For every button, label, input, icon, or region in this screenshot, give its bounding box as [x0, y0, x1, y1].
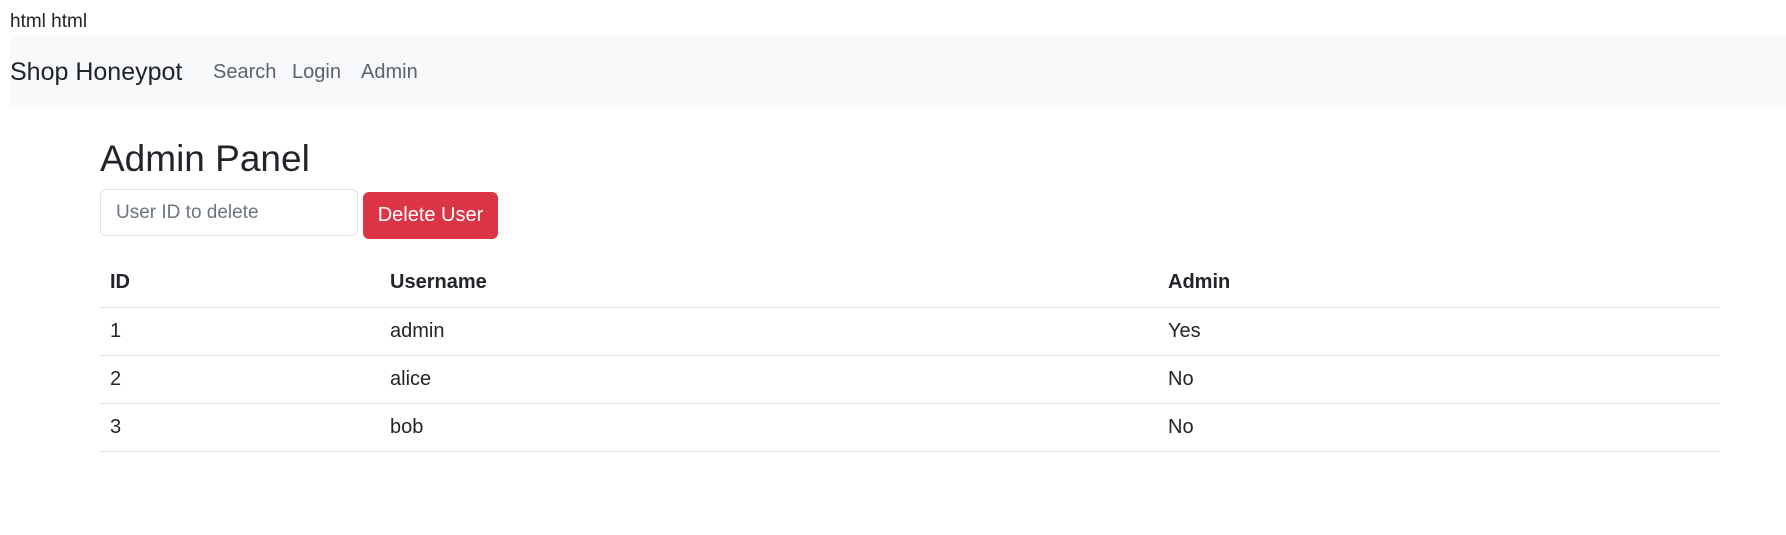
table-row: 1 admin Yes	[100, 307, 1720, 356]
page-title: Admin Panel	[100, 138, 310, 179]
column-header-id: ID	[100, 259, 380, 308]
cell-username: bob	[380, 403, 1158, 452]
cell-admin: No	[1158, 355, 1720, 404]
cell-id: 3	[100, 403, 380, 452]
navbar-brand[interactable]: Shop Honeypot	[10, 57, 182, 87]
cell-admin: Yes	[1158, 307, 1720, 356]
nav-link-admin[interactable]: Admin	[361, 60, 418, 84]
table-row: 2 alice No	[100, 355, 1720, 404]
cell-id: 1	[100, 307, 380, 356]
delete-user-button[interactable]: Delete User	[363, 192, 498, 239]
column-header-username: Username	[380, 259, 1158, 308]
navbar: Shop Honeypot Search Login Admin	[10, 36, 1786, 107]
nav-link-search[interactable]: Search	[213, 60, 276, 84]
nav-link-login[interactable]: Login	[292, 60, 341, 84]
column-header-admin: Admin	[1158, 259, 1720, 308]
table-row: 3 bob No	[100, 403, 1720, 452]
top-text: html html	[10, 11, 88, 32]
table-header-row: ID Username Admin	[100, 259, 1720, 308]
users-table: ID Username Admin 1 admin Yes 2 alice No…	[100, 259, 1720, 452]
cell-admin: No	[1158, 403, 1720, 452]
cell-id: 2	[100, 355, 380, 404]
user-id-input[interactable]	[100, 189, 358, 236]
cell-username: admin	[380, 307, 1158, 356]
cell-username: alice	[380, 355, 1158, 404]
